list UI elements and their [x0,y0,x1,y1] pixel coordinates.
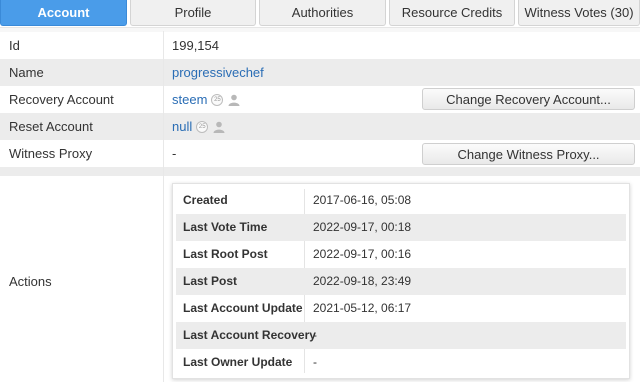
recovery-account-link[interactable]: steem [172,86,207,113]
row-name: Name progressivechef [0,59,640,86]
id-value: 199,154 [172,38,219,53]
id-label: Id [9,38,20,53]
name-label: Name [9,65,44,80]
action-value: 2022-09-17, 00:18 [313,220,412,234]
witness-proxy-value: - [172,146,177,161]
actions-panel: Created 2017-06-16, 05:08 Last Vote Time… [172,183,630,379]
action-row-last-account-recovery: Last Account Recovery - [176,322,626,349]
user-icon[interactable] [228,94,240,106]
actions-label: Actions [9,274,52,289]
action-label: Last Post [183,274,238,288]
action-label: Last Vote Time [183,220,268,234]
reset-account-label: Reset Account [9,119,93,134]
action-value: 2021-05-12, 06:17 [313,301,412,315]
action-value: 2022-09-18, 23:49 [313,274,412,288]
tab-resource-credits[interactable]: Resource Credits [389,0,515,26]
tab-bar: Account Profile Authorities Resource Cre… [0,0,640,27]
recovery-account-label: Recovery Account [9,92,114,107]
name-link[interactable]: progressivechef [172,59,264,86]
user-icon[interactable] [213,121,225,133]
action-label: Created [183,193,228,207]
action-label: Last Account Recovery [183,328,316,342]
reset-account-value: null 25 [172,113,225,140]
action-row-last-post: Last Post 2022-09-18, 23:49 [176,268,626,295]
witness-proxy-label: Witness Proxy [9,146,93,161]
action-value: - [313,328,317,342]
action-row-last-root-post: Last Root Post 2022-09-17, 00:16 [176,241,626,268]
action-label: Last Account Update [183,301,303,315]
action-row-last-owner-update: Last Owner Update - [176,349,626,376]
action-label: Last Root Post [183,247,268,261]
reputation-badge: 25 [211,93,224,106]
reputation-badge: 25 [196,120,209,133]
row-reset-account: Reset Account null 25 [0,113,640,140]
change-witness-proxy-button[interactable]: Change Witness Proxy... [422,143,635,165]
action-row-last-vote-time: Last Vote Time 2022-09-17, 00:18 [176,214,626,241]
action-row-created: Created 2017-06-16, 05:08 [176,187,626,214]
column-separator [163,31,164,382]
row-id: Id 199,154 [0,32,640,59]
tab-witness-votes[interactable]: Witness Votes (30) [518,0,640,26]
tab-account[interactable]: Account [0,0,127,26]
recovery-account-value: steem 25 [172,86,240,113]
action-value: - [313,355,317,369]
reset-account-link[interactable]: null [172,113,192,140]
action-value: 2022-09-17, 00:16 [313,247,412,261]
action-label: Last Owner Update [183,355,293,369]
action-row-last-account-update: Last Account Update 2021-05-12, 06:17 [176,295,626,322]
change-recovery-account-button[interactable]: Change Recovery Account... [422,88,635,110]
action-value: 2017-06-16, 05:08 [313,193,412,207]
row-divider [0,167,640,176]
tab-authorities[interactable]: Authorities [259,0,386,26]
tab-profile[interactable]: Profile [130,0,256,26]
